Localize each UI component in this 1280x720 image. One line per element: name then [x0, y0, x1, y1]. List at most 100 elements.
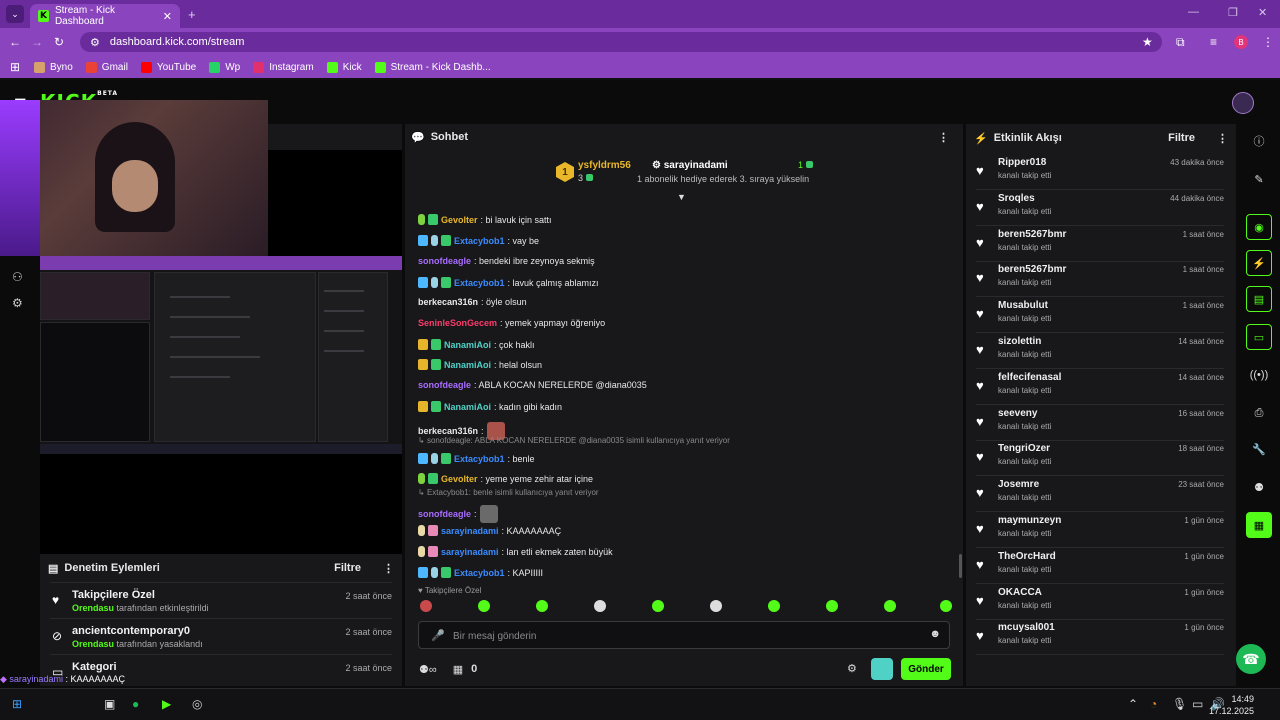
bookmark-item[interactable]: Gmail: [85, 61, 128, 73]
pinned-leaderboard[interactable]: 1 ysfyldrm56 3 ⚙ sarayinadami 1 1 abonel…: [405, 152, 963, 204]
chat-username[interactable]: Gevolter: [441, 474, 478, 484]
chat-username[interactable]: sonofdeagle: [418, 380, 471, 390]
tray-chevron-icon[interactable]: ⌃: [1128, 697, 1138, 711]
activity-item[interactable]: ♥ Ripper018 kanalı takip etti 43 dakika önc…: [976, 154, 1224, 190]
activity-item[interactable]: ♥ felfecifenasal kanalı takip etti 14 saat …: [976, 369, 1224, 405]
activity-item[interactable]: ♥ seeveny kanalı takip etti 16 saat önce: [976, 405, 1224, 441]
stream-preview[interactable]: [40, 256, 402, 454]
chat-username[interactable]: sarayinadami: [441, 547, 499, 557]
menu-kebab-icon[interactable]: ⋮: [1262, 35, 1274, 49]
activity-item[interactable]: ♥ TheOrcHard kanalı takip etti 1 gün önce: [976, 548, 1224, 584]
minimize-icon[interactable]: —: [1188, 6, 1199, 18]
chat-username[interactable]: NanamiAoi: [444, 340, 491, 350]
network-icon[interactable]: ▭: [1192, 697, 1203, 711]
share-icon[interactable]: ⚉: [1246, 474, 1272, 500]
emoji-icon[interactable]: ☻: [929, 628, 941, 640]
chat-username[interactable]: SeninleSonGecem: [418, 318, 497, 328]
forward-icon[interactable]: →: [26, 35, 48, 49]
chat-username[interactable]: sonofdeagle: [418, 509, 471, 519]
edit-pencil-icon[interactable]: ✎: [1246, 166, 1272, 192]
reload-icon[interactable]: ↻: [48, 35, 70, 49]
moderation-item[interactable]: ⊘ ancientcontemporary0 2 saat önce Orendasu…: [50, 618, 392, 654]
new-tab-button[interactable]: +: [188, 7, 196, 22]
app-icon[interactable]: ▶: [162, 697, 171, 711]
bookmark-item[interactable]: Kick: [326, 61, 362, 73]
kick-emote-button[interactable]: [871, 658, 893, 680]
moderation-menu-icon[interactable]: ⋮: [383, 562, 394, 575]
camera-icon[interactable]: ◉: [1246, 214, 1272, 240]
activity-item[interactable]: ♥ Sroqles kanalı takip etti 44 dakika önce: [976, 190, 1224, 226]
store-icon[interactable]: ▦: [453, 663, 463, 676]
wrench-icon[interactable]: 🔧: [1246, 436, 1272, 462]
chat-input-box[interactable]: 🎤 ☻: [418, 621, 950, 649]
info-icon[interactable]: ⓘ: [1246, 128, 1272, 154]
chat-username[interactable]: Gevolter: [441, 215, 478, 225]
microphone-tray-icon[interactable]: 🎙: [1172, 697, 1187, 711]
maximize-icon[interactable]: ❐: [1228, 6, 1238, 19]
activity-item[interactable]: ♥ sizolettin kanalı takip etti 14 saat önce: [976, 333, 1224, 369]
apps-grid-icon[interactable]: ⊞: [4, 60, 26, 74]
moderation-filter-button[interactable]: Filtre: [334, 562, 361, 574]
close-window-icon[interactable]: ✕: [1258, 6, 1267, 19]
browser-tab[interactable]: K Stream - Kick Dashboard ✕: [30, 4, 180, 28]
activity-item[interactable]: ♥ Josemre kanalı takip etti 23 saat önce: [976, 476, 1224, 513]
emote-icon[interactable]: [478, 600, 490, 612]
chat-username[interactable]: sarayinadami: [441, 526, 499, 536]
broadcast-icon[interactable]: ((•)): [1246, 362, 1272, 388]
moderation-item[interactable]: ♥ Takipçilere Özel 2 saat önce Orendasu tar…: [50, 582, 392, 618]
user-avatar[interactable]: [1232, 92, 1254, 114]
emote-icon[interactable]: [652, 600, 664, 612]
chat-username[interactable]: berkecan316n: [418, 297, 478, 307]
bookmark-star-icon[interactable]: ★: [1142, 35, 1153, 49]
chat-username[interactable]: sonofdeagle: [418, 256, 471, 266]
chat-menu-icon[interactable]: ⋮: [938, 131, 949, 144]
add-widget-icon[interactable]: ▦: [1246, 512, 1272, 538]
chat-username[interactable]: Extacybob1: [454, 236, 505, 246]
windows-start-icon[interactable]: ⊞: [12, 697, 22, 711]
obs-icon[interactable]: ◎: [192, 697, 202, 711]
activity-item[interactable]: ♥ TengriOzer kanalı takip etti 18 saat önce: [976, 440, 1224, 477]
send-button[interactable]: Gönder: [901, 658, 951, 680]
emote-icon[interactable]: [768, 600, 780, 612]
chat-username[interactable]: NanamiAoi: [444, 360, 491, 370]
close-tab-icon[interactable]: ✕: [163, 10, 172, 23]
media-icon[interactable]: ≡: [1210, 35, 1217, 49]
system-clock[interactable]: 14:49 17.12.2025: [1209, 693, 1254, 717]
profile-avatar[interactable]: B: [1234, 35, 1248, 49]
help-chat-icon[interactable]: ☎: [1236, 644, 1266, 674]
chat-settings-icon[interactable]: ⚙: [847, 662, 857, 675]
spotify-icon[interactable]: ●: [132, 697, 139, 711]
microphone-icon[interactable]: 🎤: [431, 629, 445, 642]
activity-item[interactable]: ♥ Musabulut kanalı takip etti 1 saat önce: [976, 297, 1224, 334]
bookmark-item[interactable]: Wp: [209, 61, 240, 73]
activity-menu-icon[interactable]: ⋮: [1217, 132, 1228, 145]
chat-username[interactable]: Extacybob1: [454, 568, 505, 578]
activity-item[interactable]: ♥ maymunzeyn kanalı takip etti 1 gün önce: [976, 512, 1224, 548]
chat-username[interactable]: Extacybob1: [454, 278, 505, 288]
emote-icon[interactable]: [710, 600, 722, 612]
emote-icon[interactable]: [884, 600, 896, 612]
users-icon[interactable]: ⚇: [12, 270, 23, 284]
activity-item[interactable]: ♥ beren5267bmr kanalı takip etti 1 saat önc…: [976, 226, 1224, 262]
bookmark-item[interactable]: YouTube: [140, 61, 196, 73]
file-explorer-icon[interactable]: ▣: [104, 697, 115, 711]
emote-icon[interactable]: [536, 600, 548, 612]
chat-input[interactable]: [453, 628, 913, 644]
emote-icon[interactable]: [940, 600, 952, 612]
channel-points-icon[interactable]: ⚉∞: [419, 663, 437, 676]
extensions-icon[interactable]: ⧉: [1176, 35, 1185, 50]
chat-username[interactable]: Extacybob1: [454, 454, 505, 464]
site-info-icon[interactable]: ⚙: [90, 36, 100, 49]
printer-icon[interactable]: ⎙: [1246, 400, 1272, 426]
emote-icon[interactable]: [594, 600, 606, 612]
collapse-icon[interactable]: ▼: [677, 192, 686, 202]
chat-username[interactable]: NanamiAoi: [444, 402, 491, 412]
activity-item[interactable]: ♥ OKACCA kanalı takip etti 1 gün önce: [976, 584, 1224, 620]
notes-icon[interactable]: ▤: [1246, 286, 1272, 312]
chat-username[interactable]: berkecan316n: [418, 426, 478, 436]
emote-icon[interactable]: [826, 600, 838, 612]
bookmark-item[interactable]: Instagram: [253, 61, 314, 73]
activity-item[interactable]: ♥ mcuysal001 kanalı takip etti 1 gün önce: [976, 619, 1224, 656]
address-bar[interactable]: ⚙ dashboard.kick.com/stream: [80, 32, 1162, 52]
chat-icon[interactable]: ▭: [1246, 324, 1272, 350]
